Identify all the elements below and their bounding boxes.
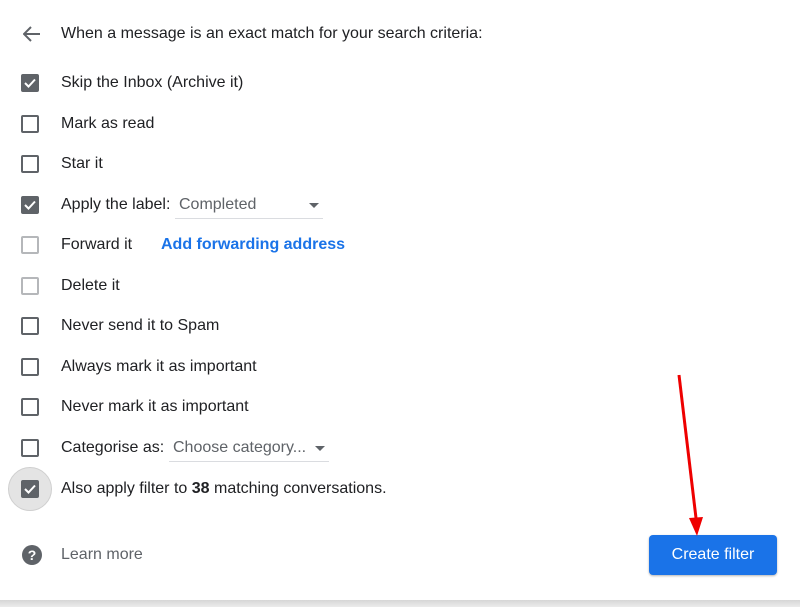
checkmark-icon — [24, 200, 36, 210]
label-prefix: Also apply filter to — [61, 480, 188, 497]
checkbox-box — [21, 358, 39, 376]
checkbox-delete-it[interactable] — [21, 277, 39, 295]
checkbox-never-spam[interactable] — [21, 317, 39, 335]
option-apply-label: Apply the label: Completed — [0, 188, 800, 222]
option-always-important: Always mark it as important — [0, 350, 800, 384]
option-categorise: Categorise as: Choose category... — [0, 431, 800, 465]
option-apply-to-matching: Also apply filter to 38 matching convers… — [0, 467, 800, 511]
checkbox-forward-it[interactable] — [21, 236, 39, 254]
option-star-it: Star it — [0, 147, 800, 181]
category-select[interactable]: Choose category... — [169, 435, 329, 462]
category-select-value: Choose category... — [173, 439, 307, 456]
checkbox-box — [21, 155, 39, 173]
help-circle-icon: ? — [22, 545, 42, 565]
label-suffix: matching conversations. — [213, 480, 387, 497]
checkbox-apply-label[interactable] — [21, 196, 39, 214]
checkbox-box — [21, 115, 39, 133]
checkbox-skip-inbox[interactable] — [21, 74, 39, 92]
option-label: Forward it — [61, 236, 133, 253]
checkbox-never-important[interactable] — [21, 398, 39, 416]
option-never-important: Never mark it as important — [0, 390, 800, 424]
header-text: When a message is an exact match for you… — [61, 25, 483, 42]
checkbox-categorise[interactable] — [21, 439, 39, 457]
label-select-value: Completed — [179, 196, 257, 213]
option-label: Never mark it as important — [61, 398, 249, 415]
learn-more-link[interactable]: Learn more — [61, 546, 143, 564]
checkbox-box — [21, 196, 39, 214]
filter-header: When a message is an exact match for you… — [0, 16, 800, 52]
checkbox-box — [21, 277, 39, 295]
checkbox-always-important[interactable] — [21, 358, 39, 376]
option-never-spam: Never send it to Spam — [0, 309, 800, 343]
option-label: Also apply filter to 38 matching convers… — [61, 480, 387, 498]
checkbox-star-it[interactable] — [21, 155, 39, 173]
caret-down-icon — [315, 446, 325, 451]
checkmark-icon — [24, 78, 36, 88]
option-label: Star it — [61, 155, 103, 172]
create-filter-button[interactable]: Create filter — [649, 535, 777, 575]
checkbox-box — [21, 317, 39, 335]
option-mark-as-read: Mark as read — [0, 107, 800, 141]
option-label: Skip the Inbox (Archive it) — [61, 74, 244, 91]
checkbox-box — [21, 236, 39, 254]
option-delete-it: Delete it — [0, 269, 800, 303]
option-skip-inbox: Skip the Inbox (Archive it) — [0, 66, 800, 100]
option-label: Delete it — [61, 277, 120, 294]
arrow-left-icon — [23, 26, 40, 42]
option-label: Mark as read — [61, 115, 155, 132]
checkbox-box — [21, 439, 39, 457]
bottom-edge — [0, 600, 800, 607]
option-label: Always mark it as important — [61, 358, 257, 375]
option-forward-it: Forward it Add forwarding address — [0, 228, 800, 262]
add-forwarding-address-link[interactable]: Add forwarding address — [161, 236, 345, 254]
checkmark-icon — [24, 484, 36, 494]
checkbox-mark-as-read[interactable] — [21, 115, 39, 133]
option-label: Never send it to Spam — [61, 317, 220, 334]
checkbox-box — [21, 74, 39, 92]
option-label: Categorise as: — [61, 439, 165, 456]
filter-actions-panel: When a message is an exact match for you… — [0, 0, 800, 600]
option-label: Apply the label: — [61, 196, 171, 213]
checkbox-box — [21, 398, 39, 416]
checkbox-box — [21, 480, 39, 498]
caret-down-icon — [309, 203, 319, 208]
back-button[interactable] — [18, 20, 46, 48]
checkbox-apply-to-matching[interactable] — [21, 480, 39, 498]
svg-text:?: ? — [28, 547, 37, 563]
label-select[interactable]: Completed — [175, 192, 323, 219]
matching-count: 38 — [191, 480, 210, 497]
